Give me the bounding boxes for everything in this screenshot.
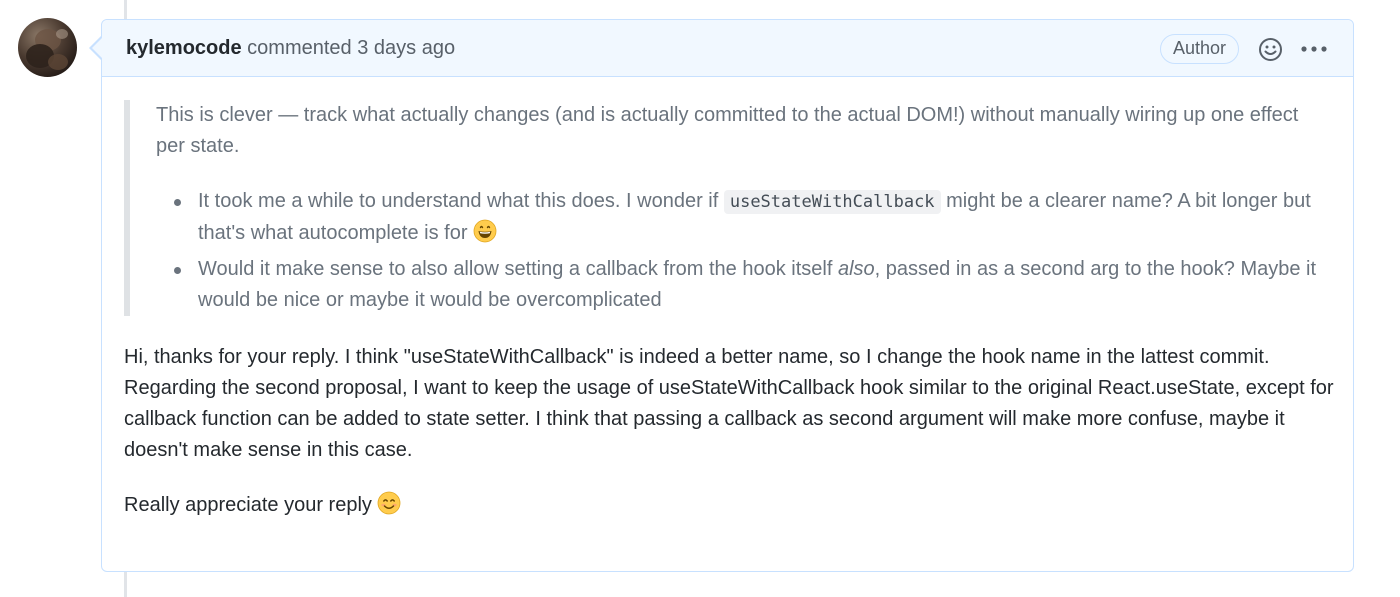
quote-paragraph: This is clever — track what actually cha…: [156, 104, 1299, 157]
list-item: It took me a while to understand what th…: [156, 186, 1326, 249]
list-item-text: Would it make sense to also allow settin…: [198, 258, 838, 280]
list-item: Would it make sense to also allow settin…: [156, 254, 1326, 316]
author-badge: Author: [1160, 34, 1240, 64]
smiley-icon[interactable]: [1258, 37, 1283, 62]
bullet: [174, 199, 181, 206]
comment-header: kylemocode commented 3 days ago Author: [102, 20, 1353, 77]
reply-paragraph: Hi, thanks for your reply. I think "useS…: [124, 346, 1270, 368]
comment-meta: kylemocode commented 3 days ago: [126, 37, 455, 60]
closing-text: Really appreciate your reply: [124, 494, 378, 516]
inline-code: useStateWithCallback: [723, 190, 941, 214]
comment-timestamp[interactable]: 3 days ago: [357, 37, 455, 59]
emphasis: also: [837, 258, 875, 280]
smiling-face-icon: [378, 491, 401, 515]
kebab-horizontal-icon[interactable]: [1300, 42, 1328, 56]
reply-closing: Really appreciate your reply: [124, 490, 1334, 521]
quote-list: It took me a while to understand what th…: [156, 186, 1326, 321]
reply-text: Hi, thanks for your reply. I think "useS…: [124, 342, 1334, 521]
bullet: [174, 267, 181, 274]
comment-action: commented: [247, 37, 352, 59]
grinning-face-icon: [473, 219, 497, 243]
quoted-reply: This is clever — track what actually cha…: [124, 100, 1324, 316]
author-link[interactable]: kylemocode: [126, 37, 242, 59]
avatar[interactable]: [18, 18, 77, 77]
list-item-text: It took me a while to understand what th…: [198, 190, 724, 212]
comment-caret-fill: [91, 37, 102, 58]
reply-paragraph: Regarding the second proposal, I want to…: [124, 377, 1334, 461]
comment-box: kylemocode commented 3 days ago Author T…: [101, 19, 1354, 572]
